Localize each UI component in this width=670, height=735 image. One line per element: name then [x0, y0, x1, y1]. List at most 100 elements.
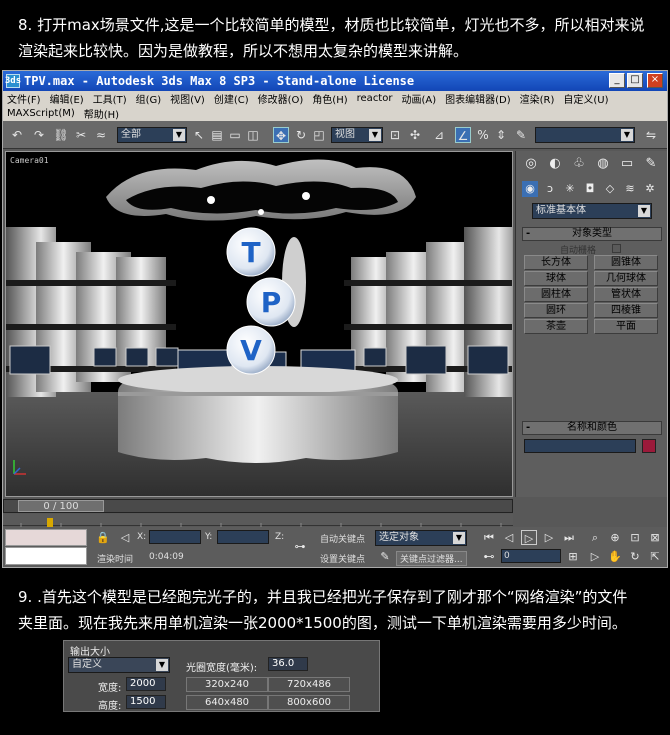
menu-item[interactable]: 文件(F) — [7, 91, 41, 106]
key-filters-button[interactable]: 关键点过滤器... — [396, 551, 467, 566]
named-sel-edit-icon[interactable]: ✎ — [513, 127, 529, 143]
link-icon[interactable]: ⛓ — [53, 127, 69, 143]
ref-coord-dropdown[interactable]: 视图 ▼ — [331, 127, 383, 143]
time-slider-thumb[interactable]: 0 / 100 — [18, 500, 104, 512]
camera-viewport[interactable]: T P V Camera01 — [5, 151, 513, 497]
name-color-rollout[interactable]: - 名称和颜色 — [522, 421, 662, 435]
menu-item[interactable]: 视图(V) — [170, 91, 205, 106]
set-key-button[interactable]: 设置关键点 — [320, 552, 365, 565]
bind-space-warp-icon[interactable]: ≈ — [93, 127, 109, 143]
create-tab-icon[interactable]: ◎ — [522, 155, 540, 173]
named-selection-dropdown[interactable]: ▼ — [535, 127, 635, 143]
mirror-icon[interactable]: ⇋ — [643, 127, 659, 143]
key-icon[interactable]: ⊶ — [289, 539, 311, 554]
height-field[interactable]: 1500 — [126, 695, 166, 709]
menu-item[interactable]: 帮助(H) — [84, 106, 119, 121]
primitive-button[interactable]: 圆锥体 — [594, 255, 658, 270]
unlink-icon[interactable]: ✂ — [73, 127, 89, 143]
goto-end-icon[interactable]: ⏭ — [561, 530, 577, 545]
systems-icon[interactable]: ✲ — [642, 181, 658, 197]
angle-snap-icon[interactable]: ∠ — [455, 127, 471, 143]
track-bar[interactable] — [3, 514, 513, 529]
menu-item[interactable]: 修改器(O) — [258, 91, 304, 106]
x-coord-field[interactable] — [149, 530, 201, 544]
zoom-icon[interactable]: ⌕ — [587, 530, 603, 545]
key-mode-dropdown[interactable]: 选定对象 ▼ — [375, 530, 467, 546]
maxscript-listener-white[interactable] — [5, 547, 87, 565]
select-object-icon[interactable]: ↖ — [191, 127, 207, 143]
selection-filter-dropdown[interactable]: 全部 ▼ — [117, 127, 187, 143]
title-bar[interactable]: 3ds TPV.max - Autodesk 3ds Max 8 SP3 - S… — [3, 71, 667, 91]
y-coord-field[interactable] — [217, 530, 269, 544]
spinner-snap-icon[interactable]: ⇕ — [493, 127, 509, 143]
space-warps-icon[interactable]: ≋ — [622, 181, 638, 197]
menu-item[interactable]: 创建(C) — [214, 91, 249, 106]
pivot-icon[interactable]: ⊡ — [387, 127, 403, 143]
menu-item[interactable]: 编辑(E) — [50, 91, 84, 106]
undo-icon[interactable]: ↶ — [9, 127, 25, 143]
menu-item[interactable]: 组(G) — [136, 91, 162, 106]
redo-icon[interactable]: ↷ — [31, 127, 47, 143]
category-dropdown[interactable]: 标准基本体 ▼ — [532, 203, 652, 219]
cameras-icon[interactable]: ◘ — [582, 181, 598, 197]
primitive-button[interactable]: 圆环 — [524, 303, 588, 318]
object-name-input[interactable] — [524, 439, 636, 453]
primitive-button[interactable]: 几何球体 — [594, 271, 658, 286]
absolute-mode-icon[interactable]: ◁ — [117, 530, 133, 545]
preset-800x600-button[interactable]: 800x600 — [268, 695, 350, 710]
minimize-button[interactable]: _ — [609, 73, 625, 88]
menu-item[interactable]: 自定义(U) — [563, 91, 608, 106]
select-move-icon[interactable]: ✥ — [273, 127, 289, 143]
zoom-all-icon[interactable]: ⊕ — [607, 530, 623, 545]
primitive-button[interactable]: 管状体 — [594, 287, 658, 302]
modify-tab-icon[interactable]: ◐ — [546, 155, 564, 173]
utilities-tab-icon[interactable]: ✎ — [642, 155, 660, 173]
preset-720x486-button[interactable]: 720x486 — [268, 677, 350, 692]
menu-item[interactable]: 动画(A) — [401, 91, 436, 106]
preset-640x480-button[interactable]: 640x480 — [186, 695, 268, 710]
manipulate-icon[interactable]: ✣ — [407, 127, 423, 143]
menu-item[interactable]: reactor — [357, 93, 393, 104]
menu-item[interactable]: 角色(H) — [312, 91, 347, 106]
lights-icon[interactable]: ✳ — [562, 181, 578, 197]
viewport-label[interactable]: Camera01 — [10, 156, 49, 165]
hierarchy-tab-icon[interactable]: ♧ — [570, 155, 588, 173]
autogrid-checkbox[interactable] — [612, 244, 621, 253]
rect-selection-icon[interactable]: ▭ — [227, 127, 243, 143]
time-config-icon[interactable]: ⊞ — [565, 549, 581, 564]
shapes-icon[interactable]: ↄ — [542, 181, 558, 197]
snap-icon[interactable]: ⊿ — [431, 127, 447, 143]
maximize-viewport-icon[interactable]: ⇱ — [647, 549, 663, 564]
width-field[interactable]: 2000 — [126, 677, 166, 691]
primitive-button[interactable]: 球体 — [524, 271, 588, 286]
menu-item[interactable]: 图表编辑器(D) — [445, 91, 511, 106]
select-by-name-icon[interactable]: ▤ — [209, 127, 225, 143]
object-color-swatch[interactable] — [642, 439, 656, 453]
prev-frame-icon[interactable]: ◁ — [501, 530, 517, 545]
primitive-button[interactable]: 茶壶 — [524, 319, 588, 334]
aperture-field[interactable]: 36.0 — [268, 657, 308, 671]
object-type-rollout[interactable]: - 对象类型 — [522, 227, 662, 241]
primitive-button[interactable]: 平面 — [594, 319, 658, 334]
window-crossing-icon[interactable]: ◫ — [245, 127, 261, 143]
fov-icon[interactable]: ▷ — [587, 549, 603, 564]
pan-icon[interactable]: ✋ — [607, 549, 623, 564]
geometry-icon[interactable]: ◉ — [522, 181, 538, 197]
menu-item[interactable]: MAXScript(M) — [7, 108, 75, 119]
menu-item[interactable]: 工具(T) — [93, 91, 127, 106]
zoom-extents-icon[interactable]: ⊡ — [627, 530, 643, 545]
close-button[interactable]: × — [647, 73, 663, 88]
display-tab-icon[interactable]: ▭ — [618, 155, 636, 173]
goto-start-icon[interactable]: ⏮ — [481, 530, 497, 545]
play-icon[interactable]: ▷ — [521, 530, 537, 545]
menu-item[interactable]: 渲染(R) — [520, 91, 555, 106]
select-rotate-icon[interactable]: ↻ — [293, 127, 309, 143]
primitive-button[interactable]: 四棱锥 — [594, 303, 658, 318]
helpers-icon[interactable]: ◇ — [602, 181, 618, 197]
primitive-button[interactable]: 圆柱体 — [524, 287, 588, 302]
percent-snap-icon[interactable]: % — [475, 127, 491, 143]
time-slider[interactable]: 0 / 100 — [3, 499, 513, 513]
output-preset-dropdown[interactable]: 自定义 ▼ — [68, 657, 170, 673]
auto-key-button[interactable]: 自动关键点 — [320, 532, 365, 545]
current-frame-field[interactable]: 0 — [501, 549, 561, 563]
